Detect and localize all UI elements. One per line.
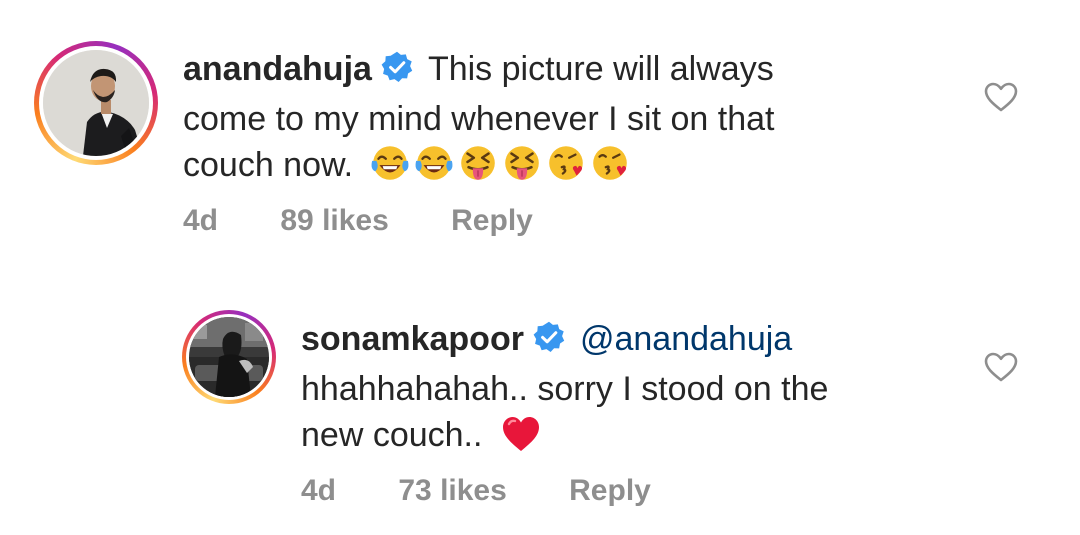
- comment-line: This picture will always: [427, 50, 774, 88]
- comment-meta: 4d 89 likes Reply: [183, 204, 533, 238]
- comment-line: come to my mind whenever I sit on that: [183, 100, 775, 138]
- reply-button[interactable]: Reply: [451, 204, 533, 238]
- comment-sonamkapoor: sonamkapoor @anandahuja hhahhahahah.. sor…: [0, 290, 1080, 535]
- verified-badge-icon: [380, 50, 414, 96]
- username[interactable]: anandahuja: [183, 50, 372, 88]
- mention-link[interactable]: @anandahuja: [580, 320, 792, 358]
- red-heart-icon: [500, 414, 542, 466]
- comment-age: 4d: [301, 474, 337, 507]
- comment-line: hhahhahahah.. sorry I stood on the: [301, 370, 829, 408]
- comment-line: new couch..: [301, 416, 483, 454]
- verified-badge-icon: [532, 320, 566, 366]
- emoji-row: [369, 142, 633, 196]
- squinting-face-with-tongue-icon: [501, 142, 543, 196]
- comment-anandahuja: anandahuja This picture will always come …: [0, 0, 1080, 260]
- likes-count[interactable]: 73 likes: [398, 474, 506, 508]
- username[interactable]: sonamkapoor: [301, 320, 524, 358]
- comment-age: 4d: [183, 204, 219, 237]
- face-with-tears-of-joy-icon: [413, 142, 455, 196]
- comment-text: anandahuja This picture will always come …: [183, 46, 903, 196]
- face-with-tears-of-joy-icon: [369, 142, 411, 196]
- face-blowing-a-kiss-icon: [545, 142, 587, 196]
- squinting-face-with-tongue-icon: [457, 142, 499, 196]
- heart-outline-icon[interactable]: [984, 352, 1018, 382]
- comment-meta: 4d 73 likes Reply: [301, 474, 651, 508]
- avatar-story-ring[interactable]: [34, 41, 158, 165]
- avatar: [43, 50, 149, 156]
- comment-line: couch now.: [183, 146, 354, 184]
- face-blowing-a-kiss-icon: [589, 142, 631, 196]
- comment-text: sonamkapoor @anandahuja hhahhahahah.. sor…: [301, 316, 961, 466]
- likes-count[interactable]: 89 likes: [280, 204, 388, 238]
- avatar-story-ring[interactable]: [182, 310, 276, 404]
- heart-outline-icon[interactable]: [984, 82, 1018, 112]
- reply-button[interactable]: Reply: [569, 474, 651, 508]
- avatar: [189, 317, 269, 397]
